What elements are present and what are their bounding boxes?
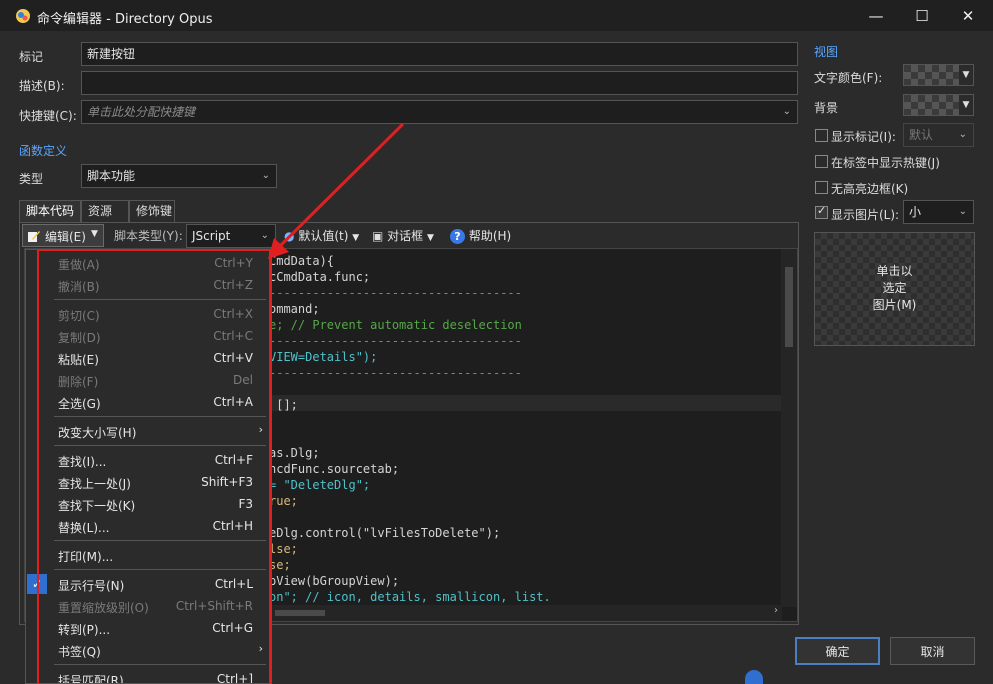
- maximize-button[interactable]: ☐: [899, 0, 945, 31]
- view-heading: 视图: [814, 45, 839, 59]
- tab-modifiers[interactable]: 修饰键: [129, 200, 175, 222]
- show-image-value: 小: [909, 205, 922, 219]
- chevron-down-icon: ⌄: [958, 206, 967, 217]
- minimize-button[interactable]: —: [853, 0, 899, 31]
- show-label-checkbox[interactable]: [815, 129, 828, 142]
- no-highlight-label: 无高亮边框(K): [831, 182, 909, 196]
- code-line: -----------------------------------: [269, 286, 522, 300]
- chevron-down-icon: ▼: [959, 95, 973, 115]
- close-button[interactable]: ✕: [945, 0, 991, 31]
- text-color-picker[interactable]: ▼: [903, 64, 974, 86]
- chevron-down-icon: ▼: [427, 233, 434, 243]
- edit-menu-label: 编辑(E): [45, 230, 86, 244]
- label-field-label: 标记: [19, 50, 44, 64]
- text-color-label: 文字颜色(F):: [814, 71, 883, 85]
- annotation-arrow-icon: [268, 122, 405, 259]
- hotkey-input[interactable]: 单击此处分配快捷键 ⌄: [81, 100, 798, 124]
- code-line: lse;: [269, 542, 298, 556]
- show-hotkey-label: 在标签中显示热键(J): [831, 156, 940, 170]
- description-input[interactable]: [81, 71, 798, 95]
- chevron-down-icon: ⌄: [782, 106, 791, 117]
- chevron-down-icon: ▼: [91, 229, 98, 239]
- help-icon: ?: [450, 229, 465, 244]
- image-picker-line: 单击以: [876, 264, 913, 278]
- chevron-down-icon: ▼: [959, 65, 973, 85]
- code-line: se;: [269, 558, 291, 572]
- cancel-button[interactable]: 取消: [890, 637, 975, 665]
- show-image-label: 显示图片(L):: [831, 208, 900, 222]
- label-input[interactable]: 新建按钮: [81, 42, 798, 66]
- script-type-value: JScript: [192, 229, 231, 243]
- script-type-label: 脚本类型(Y):: [114, 229, 183, 243]
- window-title: 命令编辑器 - Directory Opus: [37, 12, 213, 27]
- directory-opus-app-icon: [16, 9, 30, 23]
- code-line: pView(bGroupView);: [269, 574, 400, 588]
- vertical-scrollbar-thumb[interactable]: [785, 267, 793, 347]
- hotkey-label: 快捷键(C):: [19, 109, 77, 123]
- show-image-select[interactable]: 小 ⌄: [903, 200, 974, 224]
- edit-menu-button[interactable]: 编辑(E) ▼: [22, 224, 104, 247]
- type-select-value: 脚本功能: [87, 169, 136, 183]
- horizontal-scrollbar-thumb[interactable]: [275, 610, 325, 616]
- code-line: ommand;: [269, 302, 320, 316]
- no-highlight-checkbox[interactable]: [815, 181, 828, 194]
- background-color-picker[interactable]: ▼: [903, 94, 974, 116]
- help-label: 帮助(H): [468, 229, 512, 243]
- code-line: eDlg.control("lvFilesToDelete");: [269, 526, 501, 540]
- help-button[interactable]: ? 帮助(H): [450, 225, 511, 247]
- help-icon[interactable]: [745, 670, 763, 684]
- show-label-value: 默认: [909, 128, 934, 142]
- type-label: 类型: [19, 172, 44, 186]
- code-line: -----------------------------------: [269, 334, 522, 348]
- code-line: as.Dlg;: [269, 446, 320, 460]
- tab-resources[interactable]: 资源: [81, 200, 129, 222]
- show-hotkey-checkbox[interactable]: [815, 155, 828, 168]
- image-picker-text: 单击以 选定 图片(M): [815, 263, 974, 314]
- code-line: [];: [269, 398, 298, 412]
- vertical-scrollbar[interactable]: [781, 249, 797, 607]
- description-label: 描述(B):: [19, 79, 65, 93]
- code-line: VIEW=Details");: [269, 350, 378, 364]
- image-picker-line: 选定: [882, 281, 907, 295]
- checkmark-icon: ✓: [817, 204, 827, 217]
- code-line: = "DeleteDlg";: [269, 478, 371, 492]
- code-line: e; // Prevent automatic deselection: [269, 318, 522, 332]
- code-line: ncdFunc.sourcetab;: [269, 462, 400, 476]
- hotkey-placeholder: 单击此处分配快捷键: [87, 105, 196, 119]
- type-select[interactable]: 脚本功能 ⌄: [81, 164, 277, 188]
- image-picker-line: 图片(M): [872, 298, 917, 312]
- tab-script-code[interactable]: 脚本代码: [19, 200, 81, 222]
- function-definition-heading: 函数定义: [19, 144, 68, 158]
- code-line: -----------------------------------: [269, 366, 522, 380]
- scroll-right-icon[interactable]: ›: [774, 605, 778, 616]
- show-label-label: 显示标记(I):: [831, 130, 896, 144]
- code-line: cCmdData.func;: [269, 270, 371, 284]
- code-line: on"; // icon, details, smallicon, list.: [269, 590, 551, 604]
- edit-icon: [28, 231, 40, 242]
- show-label-select[interactable]: 默认 ⌄: [903, 123, 974, 147]
- chevron-down-icon: ⌄: [958, 129, 967, 140]
- ok-button[interactable]: 确定: [795, 637, 880, 665]
- show-image-checkbox[interactable]: ✓: [815, 204, 828, 219]
- background-label: 背景: [814, 101, 839, 115]
- annotation-highlight-box: [37, 249, 272, 684]
- image-picker[interactable]: 单击以 选定 图片(M): [814, 232, 975, 346]
- code-line: rue;: [269, 494, 298, 508]
